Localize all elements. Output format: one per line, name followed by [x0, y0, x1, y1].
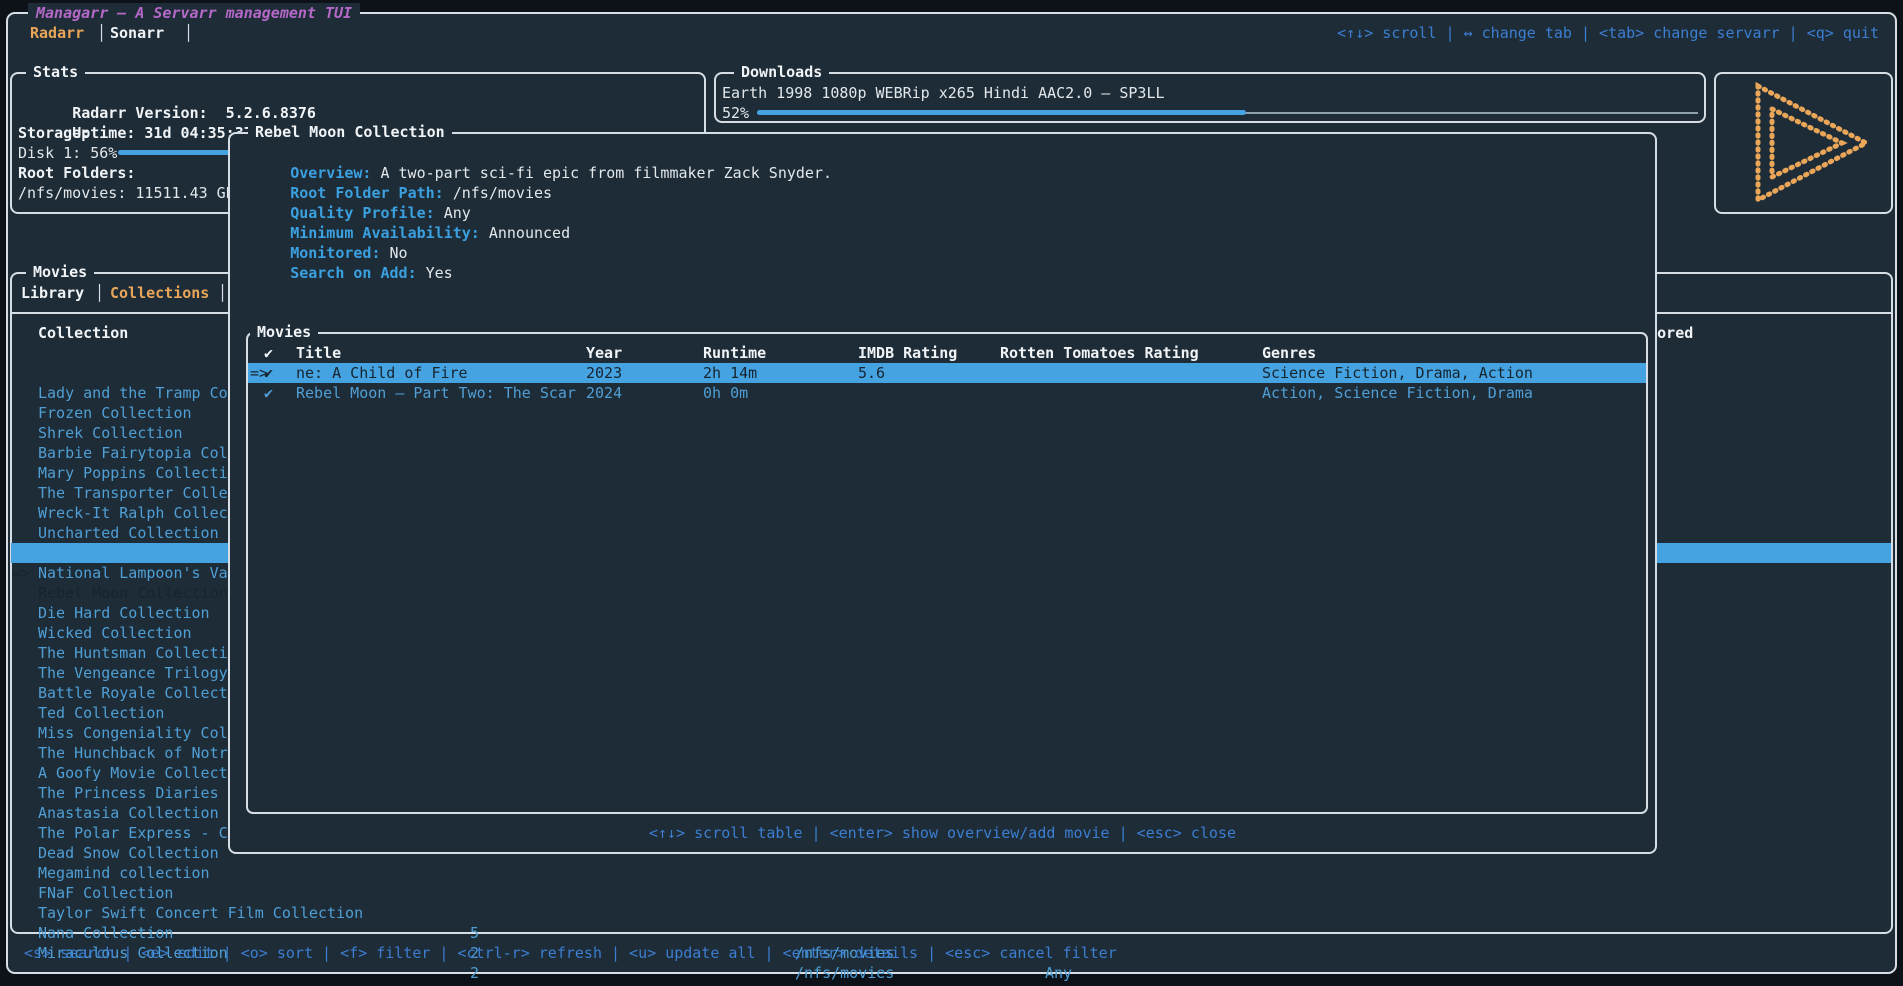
modal-movies-title: Movies	[250, 322, 318, 342]
search-on-add-value: Yes	[426, 264, 453, 282]
modal-title: Rebel Moon Collection	[248, 122, 452, 142]
title-header: Title	[296, 343, 341, 363]
modal-movies-header-row: ✔ Title Year Runtime IMDB Rating Rotten …	[248, 343, 1646, 363]
year-header: Year	[586, 343, 622, 363]
collection-list-item[interactable]: Taylor Swift Concert Film Collection 5 /…	[11, 863, 1891, 883]
movie-imdb-rating: 5.6	[858, 363, 885, 383]
movie-year: 2023	[586, 363, 622, 383]
monitored-check-icon: ✔	[264, 383, 273, 403]
rotten-tomatoes-header: Rotten Tomatoes Rating	[1000, 343, 1199, 363]
collection-details-modal: Rebel Moon Collection Overview:A two-par…	[228, 132, 1657, 854]
collection-name: Nana Collection	[38, 923, 173, 943]
search-on-add-label: Search on Add:	[290, 264, 416, 282]
modal-movies-table: Movies ✔ Title Year Runtime IMDB Rating …	[246, 332, 1648, 814]
min-availability-row: Minimum Availability:Announced	[236, 203, 570, 223]
collection-quality-profile: Any	[1045, 963, 1072, 983]
modal-footer-help: <↑↓> scroll table | <enter> show overvie…	[230, 823, 1655, 843]
quality-profile-row: Quality Profile:Any	[236, 183, 471, 203]
imdb-rating-header: IMDB Rating	[858, 343, 957, 363]
collection-list-item[interactable]: Miraculous Collection 2 /nfs/movies Any …	[11, 903, 1891, 923]
bottom-help-bar: <s> search | <e> edit | <o> sort | <f> f…	[24, 943, 1117, 963]
monitored-check-header: ✔	[264, 343, 273, 363]
overview-row: Overview:A two-part sci-fi epic from fil…	[236, 143, 832, 163]
modal-movie-row[interactable]: => ✔ ne: A Child of Fire 2023 2h 14m 5.6…	[248, 363, 1646, 383]
collection-list-item[interactable]: Nana Collection 2 /nfs/movies Any Yes	[11, 883, 1891, 903]
movie-runtime: 2h 14m	[703, 363, 757, 383]
movie-year: 2024	[586, 383, 622, 403]
movie-runtime: 0h 0m	[703, 383, 748, 403]
movie-title: ne: A Child of Fire	[296, 363, 468, 383]
movie-genres: Science Fiction, Drama, Action	[1262, 363, 1533, 383]
search-on-add-row: Search on Add:Yes	[236, 243, 453, 263]
monitored-check-icon: ✔	[264, 363, 273, 383]
collection-movie-count: 5	[470, 923, 479, 943]
root-folder-row: Root Folder Path:/nfs/movies	[236, 163, 552, 183]
app-window: Managarr – A Servarr management TUI Rada…	[0, 0, 1903, 986]
collection-movie-count: 2	[470, 963, 479, 983]
genres-header: Genres	[1262, 343, 1316, 363]
app-title: Managarr – A Servarr management TUI	[28, 3, 360, 23]
collection-root-folder: /nfs/movies	[795, 963, 894, 983]
runtime-header: Runtime	[703, 343, 766, 363]
modal-movie-row[interactable]: ✔ Rebel Moon – Part Two: The Scar 2024 0…	[248, 383, 1646, 403]
monitored-row: Monitored:No	[236, 223, 408, 243]
min-availability-value: Announced	[489, 224, 570, 242]
movie-title: Rebel Moon – Part Two: The Scar	[296, 383, 576, 403]
movie-genres: Action, Science Fiction, Drama	[1262, 383, 1533, 403]
